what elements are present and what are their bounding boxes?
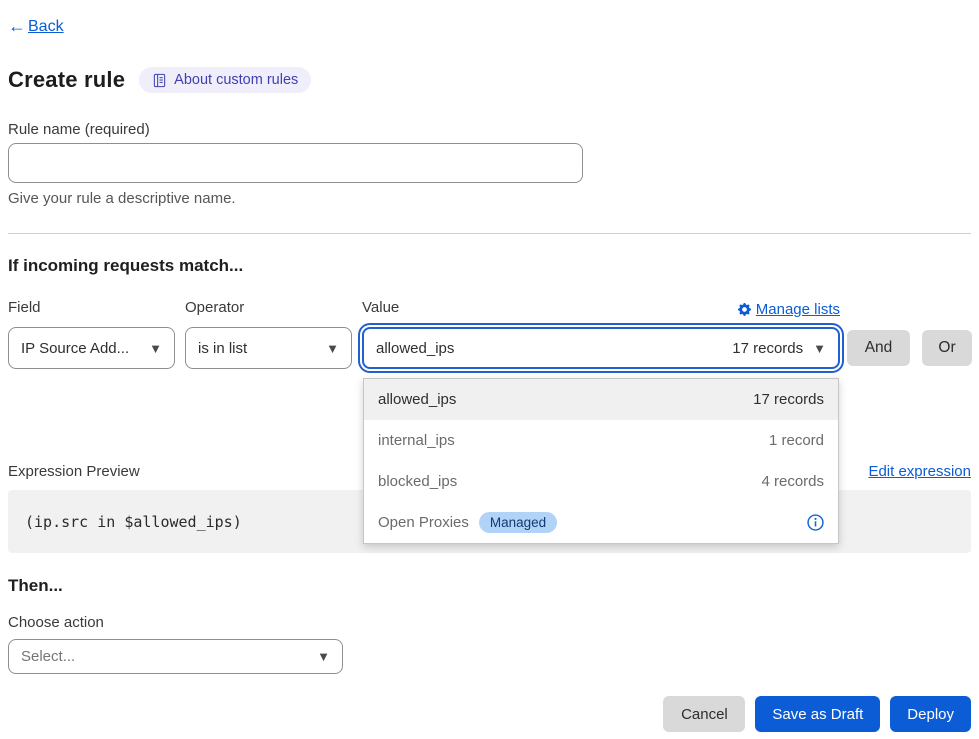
- action-select[interactable]: Select... ▼: [8, 639, 343, 674]
- value-column: Value Manage lists allowed_ips 17 record…: [362, 299, 840, 369]
- list-item-records: 17 records: [753, 391, 824, 408]
- value-select-records: 17 records: [732, 340, 803, 357]
- chevron-down-icon: ▼: [326, 341, 339, 356]
- expression-preview-label: Expression Preview: [8, 463, 140, 480]
- match-section-title: If incoming requests match...: [8, 256, 971, 276]
- list-item-internal-ips[interactable]: internal_ips 1 record: [364, 420, 838, 461]
- title-row: Create rule About custom rules: [8, 67, 971, 93]
- page-title: Create rule: [8, 67, 125, 93]
- save-as-draft-button[interactable]: Save as Draft: [755, 696, 880, 732]
- value-select[interactable]: allowed_ips 17 records ▼: [362, 327, 840, 369]
- and-button[interactable]: And: [847, 330, 910, 366]
- cancel-button[interactable]: Cancel: [663, 696, 745, 732]
- rule-name-input[interactable]: [8, 143, 583, 183]
- about-badge-label: About custom rules: [174, 72, 298, 88]
- or-button[interactable]: Or: [922, 330, 972, 366]
- create-rule-page: ← Back Create rule About custom rules Ru…: [0, 0, 979, 739]
- field-label: Field: [8, 299, 175, 319]
- list-item-name: Open Proxies: [378, 514, 469, 531]
- book-icon: [152, 73, 167, 88]
- back-link-label[interactable]: Back: [28, 18, 64, 36]
- divider: [8, 233, 971, 234]
- back-link[interactable]: ← Back: [8, 16, 971, 37]
- value-label: Value: [362, 299, 399, 319]
- operator-label: Operator: [185, 299, 352, 319]
- list-dropdown: allowed_ips 17 records internal_ips 1 re…: [363, 378, 839, 544]
- rule-name-help: Give your rule a descriptive name.: [8, 190, 971, 207]
- field-select[interactable]: IP Source Add... ▼: [8, 327, 175, 369]
- info-icon[interactable]: [807, 514, 824, 531]
- back-arrow-icon: ←: [8, 16, 26, 37]
- manage-lists-label: Manage lists: [756, 301, 840, 318]
- field-column: Field IP Source Add... ▼: [8, 299, 175, 369]
- chevron-down-icon: ▼: [813, 341, 826, 356]
- value-select-wrap: allowed_ips 17 records ▼ allowed_ips 17 …: [362, 327, 840, 369]
- edit-expression-link[interactable]: Edit expression: [868, 463, 971, 480]
- then-section-title: Then...: [8, 576, 971, 596]
- gear-icon: [738, 303, 751, 316]
- operator-select[interactable]: is in list ▼: [185, 327, 352, 369]
- manage-lists-link[interactable]: Manage lists: [738, 301, 840, 318]
- field-select-value: IP Source Add...: [21, 340, 129, 357]
- deploy-button[interactable]: Deploy: [890, 696, 971, 732]
- action-select-placeholder: Select...: [21, 648, 75, 665]
- list-item-records: 1 record: [769, 432, 824, 449]
- choose-action-label: Choose action: [8, 614, 971, 631]
- operator-column: Operator is in list ▼: [185, 299, 352, 369]
- value-select-value: allowed_ips: [376, 340, 454, 357]
- managed-badge: Managed: [479, 512, 557, 533]
- chevron-down-icon: ▼: [317, 649, 330, 664]
- chevron-down-icon: ▼: [149, 341, 162, 356]
- footer-actions: Cancel Save as Draft Deploy: [8, 696, 971, 732]
- operator-select-value: is in list: [198, 340, 247, 357]
- list-item-name: blocked_ips: [378, 473, 457, 490]
- expression-code-text: (ip.src in $allowed_ips): [25, 513, 242, 531]
- list-item-name: internal_ips: [378, 432, 455, 449]
- andor-column: And Or: [850, 299, 972, 366]
- list-item-open-proxies[interactable]: Open Proxies Managed: [364, 502, 838, 543]
- about-custom-rules-link[interactable]: About custom rules: [139, 67, 311, 93]
- list-item-allowed-ips[interactable]: allowed_ips 17 records: [364, 379, 838, 420]
- list-item-name: allowed_ips: [378, 391, 456, 408]
- list-item-records: 4 records: [761, 473, 824, 490]
- list-item-blocked-ips[interactable]: blocked_ips 4 records: [364, 461, 838, 502]
- rule-name-label: Rule name (required): [8, 121, 971, 138]
- condition-row: Field IP Source Add... ▼ Operator is in …: [8, 299, 971, 369]
